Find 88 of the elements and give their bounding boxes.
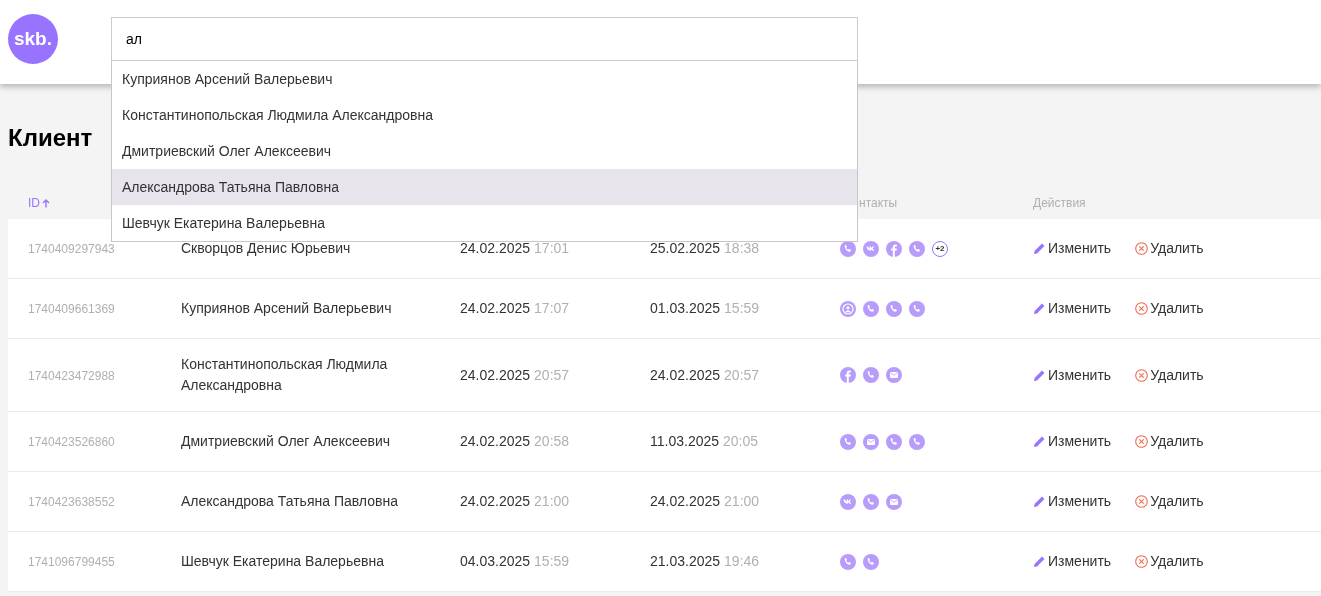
time-text: 17:07 xyxy=(534,300,570,316)
time-text: 17:01 xyxy=(534,240,570,256)
time-text: 19:46 xyxy=(724,553,760,569)
time-text: 20:05 xyxy=(723,433,759,449)
cancel-icon xyxy=(1135,555,1149,568)
phone-icon[interactable] xyxy=(840,433,856,450)
suggestion-item[interactable]: Шевчук Екатерина Валерьевна xyxy=(112,205,857,241)
id-cell: 1740423472988 xyxy=(28,368,115,383)
search-field[interactable]: ал xyxy=(111,17,858,61)
date-text: 21.03.2025 xyxy=(650,553,721,569)
phone-icon[interactable] xyxy=(909,300,925,317)
email-icon[interactable] xyxy=(863,433,879,450)
phone-icon[interactable] xyxy=(886,433,902,450)
date-text: 24.02.2025 xyxy=(460,300,531,316)
phone-icon[interactable] xyxy=(909,240,925,257)
facebook-icon[interactable] xyxy=(886,240,902,257)
phone-icon[interactable] xyxy=(863,493,879,510)
time-text: 20:57 xyxy=(724,366,760,383)
delete-button[interactable]: Удалить xyxy=(1135,364,1204,386)
phone-icon[interactable] xyxy=(909,433,925,450)
name-cell: Александрова Татьяна Павловна xyxy=(181,493,398,509)
name-cell: Шевчук Екатерина Валерьевна xyxy=(181,553,384,569)
phone-icon[interactable] xyxy=(840,240,856,257)
delete-button[interactable]: Удалить xyxy=(1135,298,1204,319)
edit-button[interactable]: Изменить xyxy=(1033,364,1112,386)
phone-icon[interactable] xyxy=(863,553,879,570)
time-text: 20:57 xyxy=(534,366,570,383)
person-icon[interactable] xyxy=(840,300,856,317)
cancel-icon xyxy=(1135,302,1149,315)
date-text: 24.02.2025 xyxy=(460,366,531,383)
date-text: 24.02.2025 xyxy=(650,366,721,383)
delete-button[interactable]: Удалить xyxy=(1135,491,1204,512)
name-cell: Скворцов Денис Юрьевич xyxy=(181,240,351,256)
sort-arrow-icon xyxy=(42,198,50,208)
email-icon[interactable] xyxy=(886,367,902,383)
suggestion-item[interactable]: Александрова Татьяна Павловна xyxy=(112,169,857,205)
email-icon[interactable] xyxy=(886,493,902,510)
cancel-icon xyxy=(1135,242,1149,255)
cancel-icon xyxy=(1135,368,1149,382)
facebook-icon[interactable] xyxy=(840,367,856,383)
phone-icon[interactable] xyxy=(840,553,856,570)
pencil-icon xyxy=(1033,555,1046,568)
cancel-icon xyxy=(1135,435,1149,448)
suggestion-item[interactable]: Дмитриевский Олег Алексеевич xyxy=(112,133,857,169)
time-text: 15:59 xyxy=(534,553,570,569)
edit-button[interactable]: Изменить xyxy=(1033,238,1112,259)
name-cell: Куприянов Арсений Валерьевич xyxy=(181,300,392,316)
suggestion-item[interactable]: Куприянов Арсений Валерьевич xyxy=(112,61,857,97)
id-cell: 1740409297943 xyxy=(28,242,115,256)
date-text: 11.03.2025 xyxy=(650,433,720,449)
id-cell: 1740423526860 xyxy=(28,435,115,449)
date-text: 24.02.2025 xyxy=(460,433,531,449)
pencil-icon xyxy=(1033,302,1046,315)
date-text: 24.02.2025 xyxy=(460,493,531,509)
phone-icon[interactable] xyxy=(863,367,879,383)
time-text: 20:58 xyxy=(534,433,570,449)
page-title: Клиент xyxy=(8,124,93,152)
delete-button[interactable]: Удалить xyxy=(1135,551,1204,572)
vk-icon[interactable] xyxy=(863,240,879,257)
date-text: 24.02.2025 xyxy=(460,240,531,256)
pencil-icon xyxy=(1033,495,1046,508)
time-text: 21:00 xyxy=(534,493,570,509)
id-cell: 1740409661369 xyxy=(28,302,115,316)
edit-button[interactable]: Изменить xyxy=(1033,551,1112,572)
id-cell: 1740423638552 xyxy=(28,495,115,509)
time-text: 15:59 xyxy=(724,300,760,316)
pencil-icon xyxy=(1033,435,1046,448)
cancel-icon xyxy=(1135,495,1149,508)
suggestion-item[interactable]: Константинопольская Людмила Александровна xyxy=(112,97,857,133)
id-cell: 1741096799455 xyxy=(28,555,115,569)
name-cell: Константинопольская Людмила Александровна xyxy=(181,356,388,393)
time-text: 21:00 xyxy=(724,493,760,509)
date-text: 01.03.2025 xyxy=(650,300,721,316)
date-text: 25.02.2025 xyxy=(650,240,721,256)
edit-button[interactable]: Изменить xyxy=(1033,491,1112,512)
phone-icon[interactable] xyxy=(863,300,879,317)
name-cell: Дмитриевский Олег Алексеевич xyxy=(181,433,391,449)
phone-icon[interactable] xyxy=(886,300,902,317)
edit-button[interactable]: Изменить xyxy=(1033,431,1112,452)
date-text: 04.03.2025 xyxy=(460,553,531,569)
edit-button[interactable]: Изменить xyxy=(1033,298,1112,319)
delete-button[interactable]: Удалить xyxy=(1135,238,1204,259)
pencil-icon xyxy=(1033,242,1046,255)
pencil-icon xyxy=(1033,368,1046,382)
time-text: 18:38 xyxy=(724,240,760,256)
vk-icon[interactable] xyxy=(840,493,856,510)
delete-button[interactable]: Удалить xyxy=(1135,431,1204,452)
date-text: 24.02.2025 xyxy=(650,493,721,509)
